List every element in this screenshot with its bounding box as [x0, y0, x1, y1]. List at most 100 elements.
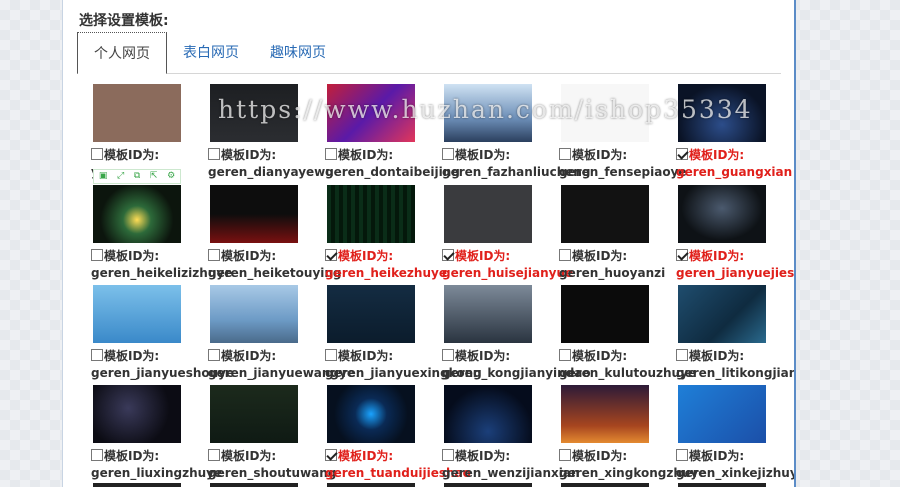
save-icon[interactable]: ▣ — [99, 170, 108, 183]
template-card[interactable]: 模板ID为: geren_kulutouzhuye — [559, 285, 696, 385]
template-checkbox[interactable] — [325, 249, 337, 261]
template-card[interactable]: 模板ID为: geren_jianyueshouye — [91, 285, 234, 385]
template-id: geren_jianyuejieshao — [676, 266, 795, 280]
template-card[interactable]: 模板ID为: geren_liuxingzhuye — [91, 385, 222, 485]
tab-fun[interactable]: 趣味网页 — [254, 32, 342, 74]
template-caption: 模板ID为: geren_wenzijianxian — [442, 448, 580, 482]
share-icon[interactable]: ⇱ — [150, 170, 158, 183]
template-checkbox[interactable] — [208, 349, 220, 361]
template-checkbox[interactable] — [676, 148, 688, 160]
tab-personal[interactable]: 个人网页 — [77, 32, 167, 74]
template-card[interactable]: 模板ID为: geren_jianyuexingkong — [325, 285, 482, 385]
template-id: geren_fensepiaoye — [559, 165, 687, 179]
template-checkbox[interactable] — [91, 449, 103, 461]
template-card[interactable]: 模板ID为: geren_fensepiaoye — [559, 84, 687, 184]
template-checkbox[interactable] — [442, 449, 454, 461]
template-thumbnail[interactable] — [561, 185, 649, 243]
template-id-prefix: 模板ID为: — [104, 349, 160, 363]
template-card[interactable]: 模板ID为: geren_litikongjian — [676, 285, 794, 385]
template-thumbnail[interactable] — [327, 185, 415, 243]
template-card[interactable]: 模板ID为: geren_heikelizizhuye — [91, 185, 232, 285]
template-checkbox[interactable] — [325, 148, 337, 160]
template-thumbnail[interactable] — [444, 185, 532, 243]
template-thumbnail[interactable] — [678, 185, 766, 243]
template-thumbnail[interactable] — [561, 285, 649, 343]
template-card[interactable]: 模板ID为: geren_tuanduijieshao — [325, 385, 471, 485]
template-card[interactable]: 模板ID为: geren_dontaibeijing — [325, 84, 460, 184]
template-card[interactable]: 模板ID为: geren_huoyanzi — [559, 185, 677, 285]
template-caption: 模板ID为: geren_fazhanliucheng — [442, 147, 591, 181]
template-checkbox[interactable] — [325, 449, 337, 461]
template-id: geren_dianyayewu — [208, 165, 334, 179]
template-checkbox[interactable] — [208, 449, 220, 461]
template-id-prefix: 模板ID为: — [572, 349, 628, 363]
template-checkbox[interactable] — [559, 349, 571, 361]
template-thumbnail[interactable] — [93, 285, 181, 343]
template-caption: 模板ID为: geren_huisejianyue — [442, 248, 573, 282]
template-id-prefix: 模板ID为: — [338, 349, 394, 363]
template-id: geren_jianyuewangye — [208, 366, 355, 380]
template-thumbnail[interactable] — [327, 385, 415, 443]
template-card[interactable]: 模板ID为: geren_xingkongzhuye — [559, 385, 707, 485]
template-thumbnail[interactable] — [93, 185, 181, 243]
template-thumbnail[interactable] — [210, 185, 298, 243]
template-checkbox[interactable] — [559, 249, 571, 261]
template-checkbox[interactable] — [91, 148, 103, 160]
template-card[interactable]: 模板ID为: geren_heikezhuye — [325, 185, 447, 285]
template-checkbox[interactable] — [559, 449, 571, 461]
template-id: geren_dontaibeijing — [325, 165, 460, 179]
template-thumbnail[interactable] — [210, 84, 298, 142]
template-card[interactable]: 模板ID为: geren_huisejianyue — [442, 185, 573, 285]
next-row-thumb — [444, 483, 532, 487]
section-title: 选择设置模板: — [79, 13, 169, 29]
template-thumbnail[interactable] — [444, 84, 532, 142]
template-card[interactable]: 模板ID为: geren_xinkejizhuye — [676, 385, 794, 485]
template-thumbnail[interactable] — [561, 84, 649, 142]
template-card[interactable]: 模板ID为: geren_shoutuwang — [208, 385, 336, 485]
expand-icon[interactable]: ⤢ — [117, 170, 124, 183]
template-checkbox[interactable] — [676, 249, 688, 261]
template-checkbox[interactable] — [442, 148, 454, 160]
template-checkbox[interactable] — [208, 148, 220, 160]
template-caption: 模板ID为: geren_heikelizizhuye — [91, 248, 232, 282]
copy-icon[interactable]: ⧉ — [134, 170, 140, 183]
template-caption: 模板ID为: geren_guangxian — [676, 147, 794, 181]
template-card[interactable]: 模板ID为: geren_guangxian — [676, 84, 794, 184]
template-id-prefix: 模板ID为: — [689, 148, 745, 162]
template-card[interactable]: 模板ID为: geren_jianyuejieshao — [676, 185, 794, 285]
template-thumbnail[interactable] — [210, 385, 298, 443]
template-thumbnail[interactable] — [444, 285, 532, 343]
template-checkbox[interactable] — [442, 249, 454, 261]
template-thumbnail[interactable] — [327, 84, 415, 142]
template-caption: 模板ID为: geren_huoyanzi — [559, 248, 677, 282]
template-thumbnail[interactable] — [93, 385, 181, 443]
template-card[interactable]: 模板ID为: geren_dianyayewu — [208, 84, 334, 184]
template-card[interactable]: 模板ID为: geren_heiketouying — [208, 185, 342, 285]
template-checkbox[interactable] — [559, 148, 571, 160]
template-thumbnail[interactable] — [210, 285, 298, 343]
template-card[interactable]: 模板ID为: geren_wenzijianxian — [442, 385, 580, 485]
template-thumbnail[interactable] — [561, 385, 649, 443]
template-thumbnail[interactable] — [678, 285, 766, 343]
template-card[interactable]: 模板ID为: geren_fazhanliucheng — [442, 84, 591, 184]
template-checkbox[interactable] — [91, 349, 103, 361]
template-thumbnail[interactable] — [678, 84, 766, 142]
template-thumbnail[interactable] — [93, 84, 181, 142]
template-id-prefix: 模板ID为: — [338, 449, 394, 463]
mini-toolbar: ▣ ⤢ ⧉ ⇱ ⚙ — [93, 169, 181, 184]
template-id: geren_xingkongzhuye — [559, 466, 707, 480]
template-checkbox[interactable] — [442, 349, 454, 361]
template-checkbox[interactable] — [676, 449, 688, 461]
tab-confession[interactable]: 表白网页 — [167, 32, 255, 74]
template-card[interactable]: 模板ID为: geren_kongjianyindao — [442, 285, 591, 385]
template-checkbox[interactable] — [91, 249, 103, 261]
template-thumbnail[interactable] — [678, 385, 766, 443]
template-thumbnail[interactable] — [327, 285, 415, 343]
settings-icon[interactable]: ⚙ — [167, 170, 175, 183]
template-checkbox[interactable] — [208, 249, 220, 261]
next-row-thumb — [678, 483, 766, 487]
template-thumbnail[interactable] — [444, 385, 532, 443]
template-checkbox[interactable] — [325, 349, 337, 361]
template-card[interactable]: 模板ID为: geren_jianyuewangye — [208, 285, 355, 385]
template-checkbox[interactable] — [676, 349, 688, 361]
